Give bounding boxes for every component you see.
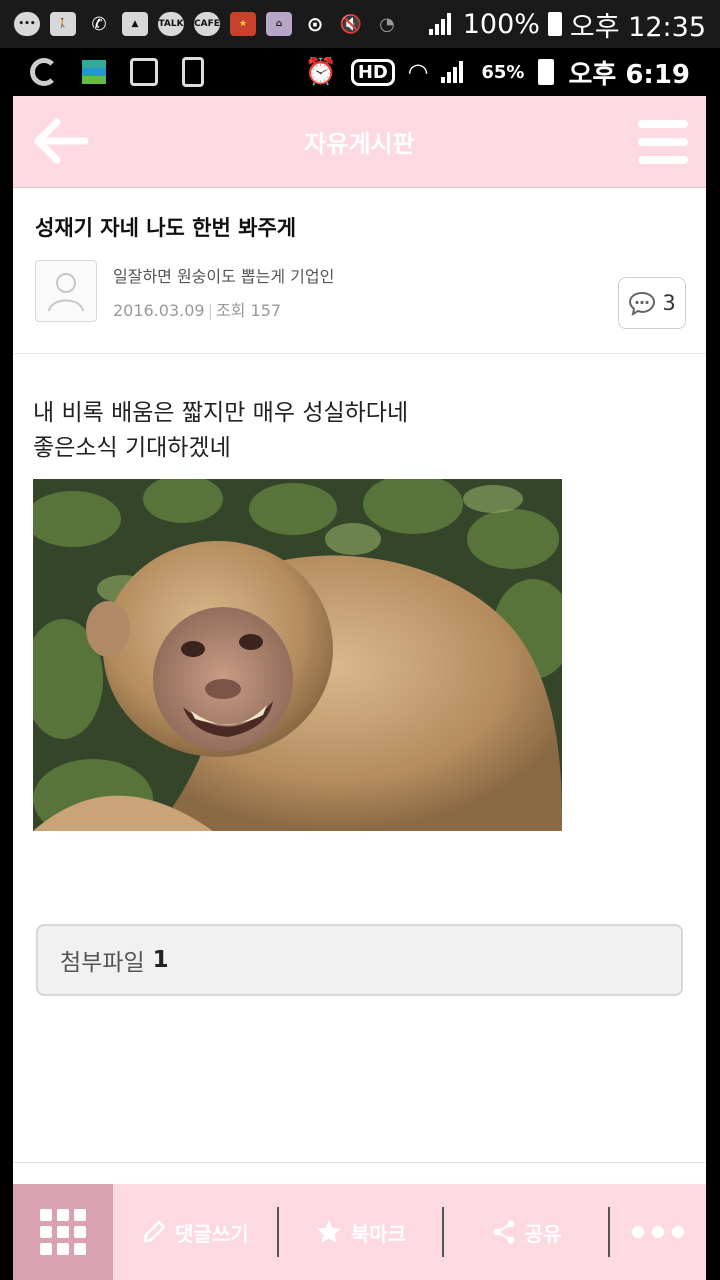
walk-icon: 🚶: [50, 12, 76, 36]
more-button[interactable]: [610, 1226, 706, 1238]
gallery-icon: ▲: [122, 12, 148, 36]
clock: 오후 12:35: [569, 11, 706, 43]
grid-icon: [40, 1209, 86, 1255]
sync-icon: ⊙: [306, 12, 324, 36]
app-screen: 자유게시판 성재기 자네 나도 한번 봐주게 일잘하면 원숭이도 뽑는게 기업인…: [13, 96, 706, 1280]
document-icon: [182, 57, 204, 87]
missed-call-icon: ✆: [91, 13, 107, 35]
secondary-status-bar: ⏰ HD ◠ 65% 오후 6:19: [0, 48, 720, 96]
notification-icons: ••• 🚶 ✆ ▲ TALK CAFE ★ ⌂ ⊙ 🔇 ◔: [14, 12, 429, 36]
talk-icon: TALK: [158, 12, 184, 36]
back-arrow-icon: [34, 118, 89, 164]
post-date: 2016.03.09: [113, 301, 205, 320]
wifi-icon: ◠: [408, 58, 428, 86]
bottom-action-bar: 댓글쓰기 북마크 공유: [13, 1184, 706, 1280]
meta-separator: |: [207, 301, 213, 320]
more-dot: [652, 1226, 665, 1238]
cafe-icon: CAFE: [194, 12, 220, 36]
mute-icon: 🔇: [339, 13, 363, 35]
apps-grid-button[interactable]: [13, 1184, 113, 1280]
attachment-label: 첨부파일: [60, 950, 145, 976]
views-label: 조회: [216, 301, 246, 320]
battery-percent: 65%: [481, 61, 525, 83]
star-icon: [316, 1220, 341, 1243]
signal-icon: [428, 13, 455, 35]
share-icon: [493, 1220, 515, 1244]
clock: 오후 6:19: [568, 59, 690, 90]
author-row: 일잘하면 원숭이도 뽑는게 기업인 2016.03.09 | 조회 157: [35, 260, 684, 322]
post-image-monkey[interactable]: [33, 479, 562, 831]
chat-bubble-icon: •••: [14, 12, 40, 36]
post-body-line: 좋은소식 기대하겠네: [33, 434, 231, 461]
hamburger-icon-bar: [638, 138, 688, 146]
hd-voice-icon: HD: [350, 58, 395, 86]
battery-icon: [538, 59, 555, 85]
post-header: 성재기 자네 나도 한번 봐주게 일잘하면 원숭이도 뽑는게 기업인 2016.…: [13, 188, 706, 354]
g-app-icon: [30, 58, 58, 86]
hamburger-icon: [638, 120, 688, 128]
hamburger-icon-bar: [638, 156, 688, 164]
comment-count-button[interactable]: 3: [618, 277, 686, 329]
post-body: 내 비록 배움은 짧지만 매우 성실하다네 좋은소식 기대하겠네: [13, 354, 706, 831]
share-button[interactable]: 공유: [444, 1207, 608, 1257]
comment-bubble-icon: [629, 291, 656, 316]
battery-percent: 100%: [462, 8, 540, 40]
battery-icon: [547, 12, 562, 36]
more-dots-icon: [632, 1226, 645, 1238]
comment-count: 3: [662, 291, 676, 315]
post-title: 성재기 자네 나도 한번 봐주게: [35, 216, 297, 240]
share-label: 공유: [524, 1221, 562, 1246]
game-icon: ★: [230, 12, 256, 36]
tiles-icon: [82, 60, 106, 84]
signal-icon: [441, 61, 467, 83]
system-status-bar: ••• 🚶 ✆ ▲ TALK CAFE ★ ⌂ ⊙ 🔇 ◔ 100% 오후 12…: [0, 0, 720, 48]
views-count: 157: [250, 301, 282, 320]
image-icon: [130, 58, 158, 86]
page-title: 자유게시판: [304, 130, 415, 158]
pencil-icon: [143, 1220, 166, 1243]
author-name[interactable]: 일잘하면 원숭이도 뽑는게 기업인: [113, 263, 334, 287]
write-comment-button[interactable]: 댓글쓰기: [113, 1207, 277, 1257]
post-meta: 2016.03.09 | 조회 157: [113, 297, 334, 321]
back-button[interactable]: [31, 116, 91, 166]
post-body-line: 내 비록 배움은 짧지만 매우 성실하다네: [33, 400, 409, 426]
more-dot: [672, 1226, 685, 1238]
write-comment-label: 댓글쓰기: [175, 1221, 249, 1246]
bookmark-button[interactable]: 북마크: [279, 1207, 443, 1257]
attachment-count: 1: [152, 947, 169, 973]
avatar[interactable]: [35, 260, 97, 322]
menu-button[interactable]: [638, 120, 688, 164]
attachment-button[interactable]: 첨부파일 1: [36, 924, 683, 996]
bookmark-label: 북마크: [350, 1221, 407, 1246]
alarm-icon: ⏰: [304, 57, 337, 87]
app-bar: 자유게시판: [13, 96, 706, 188]
bag-icon: ⌂: [266, 12, 292, 36]
user-placeholder-icon: [48, 273, 84, 312]
wifi-icon: ◔: [379, 13, 395, 35]
